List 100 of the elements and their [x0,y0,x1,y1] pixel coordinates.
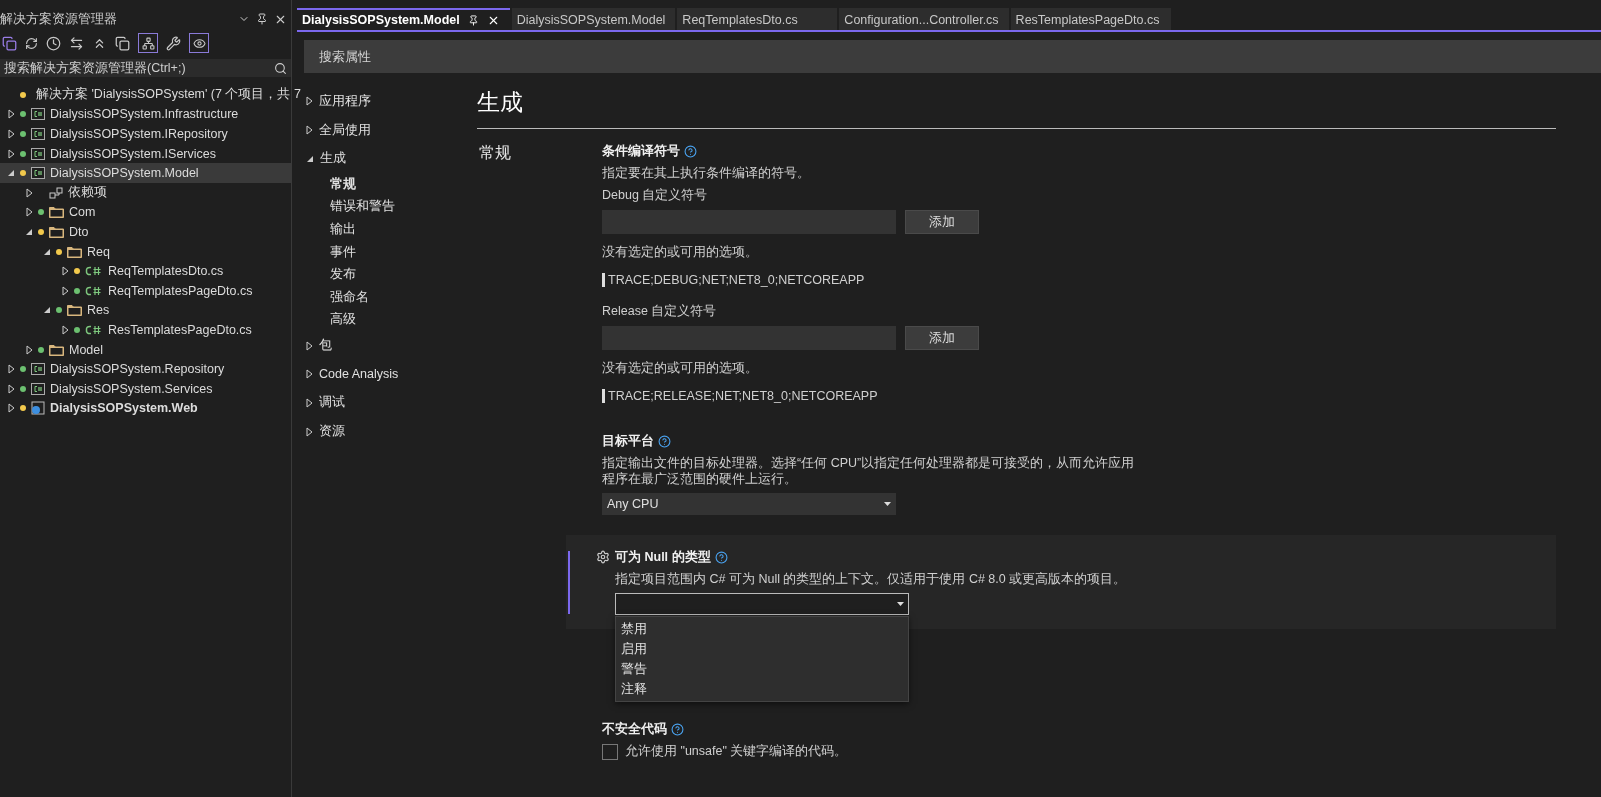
collapsed-arrow-icon[interactable] [306,96,313,107]
tree-item[interactable]: Model [0,339,291,360]
gear-icon [596,550,610,564]
collapsed-arrow-icon[interactable] [306,426,313,437]
nav-item[interactable]: 应用程序 [306,87,477,116]
collapsed-arrow-icon[interactable] [7,403,15,414]
add-button[interactable]: 添加 [905,210,979,234]
field-label: Debug 自定义符号 [602,187,709,204]
checkbox[interactable] [602,743,618,760]
expanded-arrow-icon[interactable] [43,306,51,315]
document-tab[interactable]: Configuration...Controller.cs [839,8,1009,30]
symbols-value: TRACE;RELEASE;NET;NET8_0;NETCOREAPP [602,389,979,403]
expanded-arrow-icon[interactable] [25,227,33,236]
help-icon[interactable] [714,550,728,564]
tree-item[interactable]: DialysisSOPSystem.IServices [0,143,291,164]
collapsed-arrow-icon[interactable] [25,344,33,355]
help-icon[interactable] [684,144,697,158]
collapsed-arrow-icon[interactable] [61,324,69,335]
nav-item[interactable]: 生成 [306,144,477,174]
tree-item[interactable]: Com [0,202,291,223]
nav-subitem[interactable]: 错误和警告 [306,195,477,219]
tree-item[interactable]: DialysisSOPSystem.Repository [0,359,291,379]
collapsed-arrow-icon[interactable] [306,369,313,380]
expanded-arrow-icon[interactable] [7,169,15,178]
tree-item[interactable]: ReqTemplatesPageDto.cs [0,280,291,301]
search-field[interactable]: 搜索解决方案资源管理器(Ctrl+;) [0,59,291,77]
collapsed-arrow-icon[interactable] [306,340,313,351]
document-tab[interactable]: ResTemplatesPageDto.cs [1010,8,1171,30]
help-icon[interactable] [658,434,671,448]
nav-subitem[interactable]: 发布 [306,263,477,287]
collapsed-arrow-icon[interactable] [7,383,15,394]
nav-subitem[interactable]: 高级 [306,308,477,332]
nav-item[interactable]: 资源 [306,417,477,446]
collapsed-arrow-icon[interactable] [7,148,15,159]
preview-button[interactable] [189,33,209,53]
property-search-field[interactable]: 搜索属性 [304,40,1601,73]
help-icon[interactable] [671,722,684,736]
collapsed-arrow-icon[interactable] [7,364,15,375]
dropdown-caret-icon [897,602,904,606]
nav-subitem[interactable]: 输出 [306,218,477,241]
tree-view-button[interactable] [138,33,158,53]
collapsed-arrow-icon[interactable] [25,187,33,198]
wrench-icon[interactable] [166,35,181,51]
refresh-icon[interactable] [25,36,38,50]
tree-item-label: DialysisSOPSystem.Infrastructure [50,107,239,122]
csharp-project-icon [31,128,45,140]
tree-item[interactable]: DialysisSOPSystem.Services [0,378,291,399]
pin-icon[interactable] [256,13,268,25]
nav-item[interactable]: 调试 [306,388,477,418]
search-icon[interactable] [274,61,287,75]
empty-note: 没有选定的或可用的选项。 [602,360,759,377]
setting-description: 指定要在其上执行条件编译的符号。 [602,165,811,181]
dependencies-icon [49,186,63,199]
nav-subitem[interactable]: 事件 [306,240,477,264]
tree-item-label: ReqTemplatesPageDto.cs [108,283,253,298]
tree-item[interactable]: ReqTemplatesDto.cs [0,261,291,281]
web-project-icon [31,401,45,416]
field-label: Release 自定义符号 [602,303,718,320]
add-button[interactable]: 添加 [905,326,979,350]
tree-item[interactable]: DialysisSOPSystem.Infrastructure [0,104,291,125]
collapsed-arrow-icon[interactable] [306,397,313,408]
csharp-project-icon [31,167,45,180]
collapsed-arrow-icon[interactable] [61,285,69,296]
pin-icon[interactable] [467,14,479,26]
csharp-file-icon [85,323,103,336]
tree-item[interactable]: Dto [0,222,291,242]
tree-item[interactable]: Req [0,241,291,262]
tree-item[interactable]: ResTemplatesPageDto.cs [0,320,291,340]
dropdown-option[interactable]: 注释 [616,679,908,699]
sync-icon[interactable] [69,35,84,51]
tree-item[interactable]: DialysisSOPSystem.Web [0,398,291,419]
collapsed-arrow-icon[interactable] [7,129,15,139]
nav-subitem[interactable]: 强命名 [306,286,477,309]
expanded-arrow-icon[interactable] [43,247,51,256]
tree-item-label: DialysisSOPSystem.IRepository [50,127,228,141]
expanded-arrow-icon[interactable] [306,154,314,163]
collapsed-arrow-icon[interactable] [306,125,313,136]
collapsed-arrow-icon[interactable] [61,266,69,277]
collapsed-arrow-icon[interactable] [7,109,15,120]
dropdown-option[interactable]: 启用 [616,639,908,659]
symbols-value: TRACE;DEBUG;NET;NET8_0;NETCOREAPP [602,273,979,287]
folder-icon [67,245,82,258]
dropdown-option[interactable]: 禁用 [616,619,908,639]
pending-changes-icon[interactable] [46,35,61,51]
tree-item[interactable]: 依赖项 [0,182,291,203]
document-tab[interactable]: DialysisSOPSystem.Model [511,8,676,30]
collapsed-arrow-icon[interactable] [25,207,33,218]
dropdown[interactable]: Any CPU [602,493,896,515]
nav-item[interactable]: Code Analysis [306,359,477,389]
tree-item[interactable]: DialysisSOPSystem.IRepository [0,124,291,144]
page-title: 生成 [477,87,1556,129]
checkbox-label: 允许使用 "unsafe" 关键字编译的代码。 [625,743,848,760]
nav-item[interactable]: 全局使用 [306,115,477,145]
nav-subitem[interactable]: 常规 [306,173,477,196]
tree-item[interactable]: Res [0,300,291,321]
dropdown-option[interactable]: 警告 [616,659,908,679]
tree-item[interactable]: DialysisSOPSystem.Model [0,163,291,183]
nav-item[interactable]: 包 [306,331,477,360]
document-tab[interactable]: DialysisSOPSystem.Model [297,8,510,30]
document-tab[interactable]: ReqTemplatesDto.cs [677,8,838,30]
